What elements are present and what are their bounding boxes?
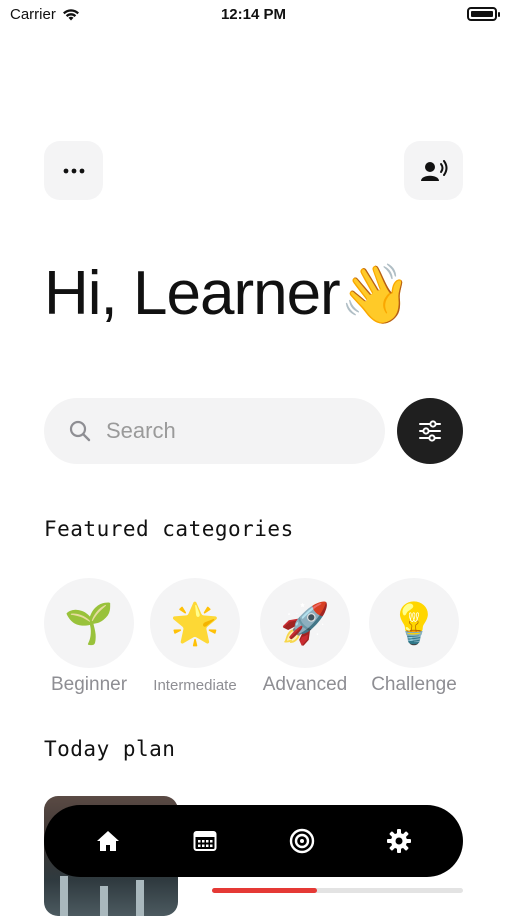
plan-progress-fill (212, 888, 318, 893)
battery-icon (467, 7, 500, 21)
featured-categories-title: Featured categories (44, 517, 294, 541)
category-label: Intermediate (153, 677, 237, 694)
more-menu-button[interactable] (44, 141, 103, 200)
rocket-icon: 🚀 (260, 578, 350, 668)
sliders-icon (419, 420, 441, 442)
category-label: Challenge (371, 674, 457, 695)
status-time: 12:14 PM (220, 6, 287, 23)
category-advanced[interactable]: 🚀 Advanced (259, 578, 351, 696)
category-challenge[interactable]: 💡 Challenge (368, 578, 460, 696)
home-icon (97, 831, 120, 851)
tab-settings[interactable] (379, 821, 419, 861)
category-beginner[interactable]: 🌱 Beginner (43, 578, 135, 696)
search-input[interactable] (104, 417, 368, 445)
category-intermediate[interactable]: 🌟 Intermediate (149, 578, 241, 694)
today-plan-title: Today plan (44, 737, 176, 761)
category-label: Advanced (262, 674, 348, 695)
bottom-tab-bar (44, 805, 463, 877)
filter-button[interactable] (397, 398, 463, 464)
gear-icon (386, 829, 411, 853)
search-icon (69, 420, 91, 442)
tab-calendar[interactable] (185, 821, 225, 861)
speaker-person-icon (420, 159, 447, 181)
tab-goals[interactable] (282, 821, 322, 861)
greeting-text: Hi, Learner (44, 259, 341, 328)
tab-home[interactable] (88, 821, 128, 861)
calendar-icon (193, 831, 217, 851)
greeting-heading: Hi, Learner👋 (44, 254, 412, 335)
search-bar[interactable] (44, 398, 385, 464)
waving-hand-icon: 👋 (339, 262, 412, 327)
glowing-star-icon: 🌟 (150, 578, 240, 668)
ellipsis-icon (63, 168, 84, 173)
voice-button[interactable] (404, 141, 463, 200)
seedling-icon: 🌱 (44, 578, 134, 668)
category-label: Beginner (50, 674, 128, 695)
light-bulb-icon: 💡 (369, 578, 459, 668)
plan-progress-bar (212, 888, 463, 893)
target-icon (289, 828, 315, 854)
